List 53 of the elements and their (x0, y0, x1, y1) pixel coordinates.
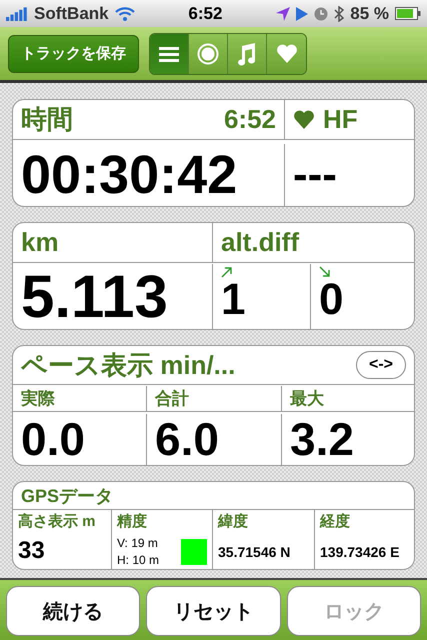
action-button[interactable]: 続ける (6, 586, 140, 636)
toggle-button[interactable]: <-> (356, 351, 406, 379)
segment-button[interactable] (267, 34, 306, 74)
bluetooth-icon (334, 6, 344, 22)
distance-value: 5.113 (21, 266, 168, 326)
latitude-label: 緯度 (218, 512, 248, 531)
accuracy-label: 精度 (117, 512, 147, 531)
vertical-accuracy: V: 19 m (117, 535, 159, 552)
heart-icon (293, 110, 315, 130)
record-icon (197, 42, 219, 64)
play-icon (296, 6, 308, 20)
pace-value: 3.2 (290, 416, 354, 462)
segmented-control[interactable] (149, 32, 307, 74)
up-arrow-icon (221, 266, 233, 278)
longitude-value: 139.73426 E (320, 545, 400, 559)
horizontal-accuracy: H: 10 m (117, 552, 160, 569)
down-arrow-icon (319, 266, 331, 278)
clock-icon (314, 6, 328, 20)
longitude-label: 経度 (320, 512, 350, 531)
signal-icon (6, 6, 28, 20)
latitude-value: 35.71546 N (218, 545, 290, 559)
segment-button[interactable] (150, 34, 189, 74)
clock-time: 6:52 (224, 104, 276, 135)
descent-value: 0 (319, 278, 344, 322)
battery-icon (395, 7, 421, 20)
segment-button[interactable] (189, 34, 228, 74)
time-label: 時間 (21, 103, 73, 136)
battery-percent: 85 % (350, 4, 389, 24)
pace-value: 0.0 (21, 416, 85, 462)
distance-label: km (21, 227, 59, 258)
carrier-name: SoftBank (34, 4, 109, 24)
wifi-icon (114, 6, 135, 20)
heart-rate-value: --- (293, 153, 337, 197)
status-time: 6:52 (187, 4, 224, 24)
pace-title: ペース表示 min/... (21, 348, 236, 382)
action-button[interactable]: リセット (146, 586, 281, 636)
gps-title: GPSデータ (21, 484, 114, 508)
menu-icon (159, 46, 179, 62)
segment-button[interactable] (228, 34, 267, 74)
pace-column-label: 実際 (21, 388, 55, 410)
heart-icon (276, 44, 298, 64)
altitude-diff-label: alt.diff (221, 227, 299, 258)
altitude-label: 高さ表示 m (18, 512, 96, 531)
location-arrow-icon (276, 6, 290, 20)
altitude-value: 33 (18, 539, 45, 563)
pace-column-label: 最大 (290, 388, 324, 410)
heart-rate-label: HF (323, 104, 358, 135)
ascent-value: 1 (221, 278, 246, 322)
pace-value: 6.0 (155, 416, 219, 462)
elapsed-time: 00:30:42 (21, 148, 238, 202)
pace-column-label: 合計 (155, 388, 189, 410)
save-track-button[interactable]: トラックを保存 (8, 34, 139, 72)
music-note-icon (237, 42, 257, 66)
